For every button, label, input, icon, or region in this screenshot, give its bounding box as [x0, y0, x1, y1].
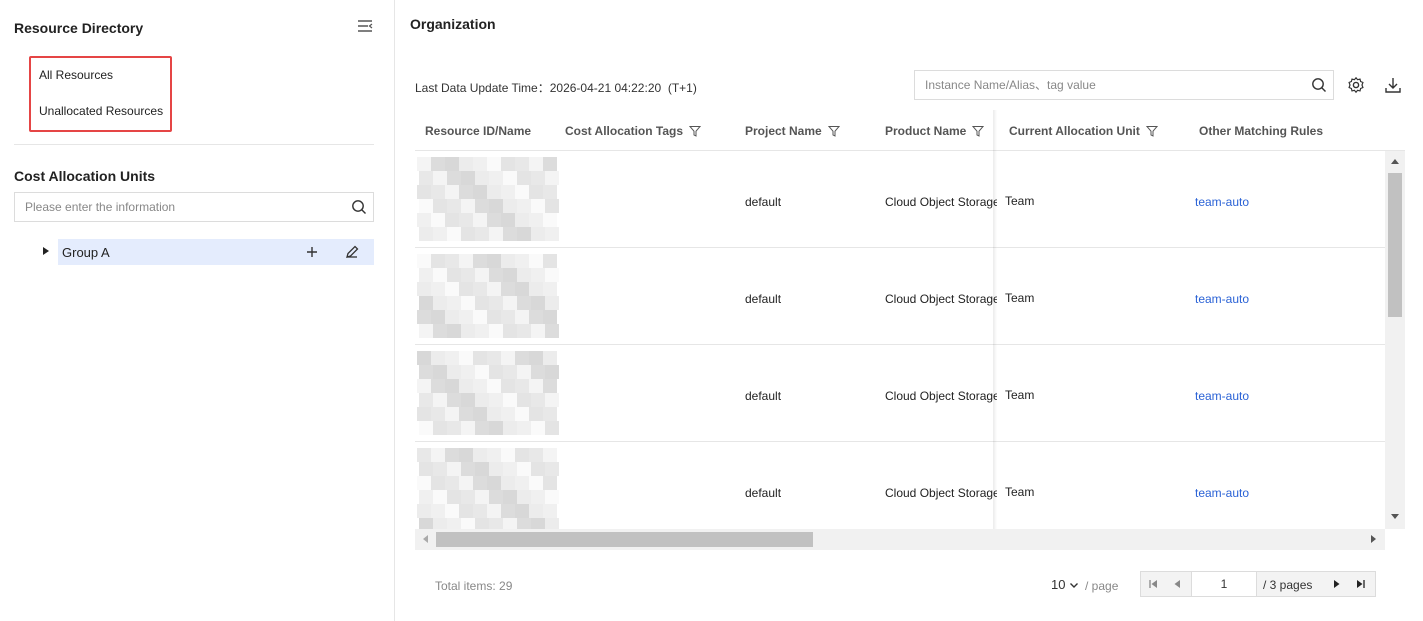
total-pages: / 3 pages [1263, 578, 1313, 592]
cell-rule-link[interactable]: team-auto [1195, 195, 1249, 209]
horizontal-scrollbar[interactable] [415, 529, 1385, 550]
cell-rule-link[interactable]: team-auto [1195, 486, 1249, 500]
cell-project: default [745, 195, 782, 209]
tree-node-label: Group A [62, 245, 110, 260]
resource-table: Resource ID/Name Cost Allocation Tags Pr… [415, 110, 1405, 550]
cell-allocation-unit: Team [1005, 388, 1035, 402]
redacted-resource-id [417, 254, 567, 338]
page-size-unit: / page [1085, 579, 1119, 593]
fixed-column-shadow [993, 110, 997, 530]
total-items: Total items: 29 [435, 579, 513, 593]
last-update-info: Last Data Update Time：2026-04-21 04:22:2… [415, 79, 697, 96]
vertical-scrollbar[interactable] [1385, 151, 1405, 529]
cell-rule-link[interactable]: team-auto [1195, 292, 1249, 306]
scroll-up-icon[interactable] [1390, 157, 1400, 165]
plus-icon[interactable] [304, 244, 320, 260]
chevron-down-icon [1070, 582, 1079, 588]
col-cost-tags-label: Cost Allocation Tags [565, 124, 684, 138]
update-time-value: 2026-04-21 04:22:20 [549, 81, 662, 95]
download-icon[interactable] [1384, 76, 1402, 94]
sidebar-divider [14, 144, 374, 145]
pager: / 3 pages [1140, 571, 1376, 597]
scroll-right-icon[interactable] [1370, 534, 1378, 544]
page-title: Organization [410, 16, 496, 32]
filter-icon[interactable] [972, 125, 985, 137]
all-resources-item[interactable]: All Resources [39, 68, 113, 82]
redacted-resource-id [417, 448, 567, 529]
cell-allocation-unit: Team [1005, 485, 1035, 499]
resource-directory-title: Resource Directory [14, 20, 144, 36]
cell-project: default [745, 486, 782, 500]
prev-page-icon [1174, 580, 1180, 588]
col-other-rules: Other Matching Rules [1199, 124, 1323, 138]
update-time-label: Last Data Update Time： [415, 81, 550, 95]
collapse-menu-icon[interactable] [356, 17, 374, 35]
filter-icon[interactable] [827, 125, 840, 137]
cell-product: Cloud Object Storage [885, 292, 997, 306]
last-page-icon [1357, 580, 1365, 588]
instance-search-box [914, 70, 1334, 100]
col-product-name: Product Name [885, 124, 985, 138]
cell-project: default [745, 292, 782, 306]
next-page-icon [1334, 580, 1340, 588]
table-row: default Cloud Object Storage Team team-a… [415, 442, 1385, 529]
next-page-button[interactable] [1325, 572, 1349, 596]
prev-page-button[interactable] [1165, 572, 1189, 596]
col-cost-tags: Cost Allocation Tags [565, 124, 702, 138]
search-icon[interactable] [351, 199, 367, 215]
cell-allocation-unit: Team [1005, 291, 1035, 305]
page-size-select[interactable]: 10 [1051, 577, 1079, 592]
col-project-name: Project Name [745, 124, 840, 138]
unit-search-input[interactable] [15, 193, 335, 221]
cell-product: Cloud Object Storage [885, 195, 997, 209]
instance-search-input[interactable] [915, 71, 1295, 99]
col-other-rules-label: Other Matching Rules [1199, 124, 1324, 138]
table-body: default Cloud Object Storage Team team-a… [415, 151, 1385, 529]
col-resource-id: Resource ID/Name [425, 124, 531, 138]
filter-icon[interactable] [1145, 125, 1158, 137]
col-product-name-label: Product Name [885, 124, 967, 138]
cell-rule-link[interactable]: team-auto [1195, 389, 1249, 403]
update-time-note: (T+1) [667, 81, 697, 95]
col-allocation-unit-label: Current Allocation Unit [1009, 124, 1140, 138]
last-page-button[interactable] [1349, 572, 1373, 596]
col-allocation-unit: Current Allocation Unit [1009, 124, 1158, 138]
tree-node-group-a[interactable]: Group A [58, 239, 374, 265]
cost-allocation-units-title: Cost Allocation Units [14, 168, 156, 184]
vertical-scroll-thumb[interactable] [1388, 173, 1402, 317]
resource-scope-list: All Resources Unallocated Resources [29, 56, 172, 132]
cell-allocation-unit: Team [1005, 194, 1035, 208]
scroll-left-icon[interactable] [421, 534, 429, 544]
cell-product: Cloud Object Storage [885, 389, 997, 403]
caret-right-icon[interactable] [38, 243, 54, 259]
table-row: default Cloud Object Storage Team team-a… [415, 345, 1385, 442]
cell-product: Cloud Object Storage [885, 486, 997, 500]
tree-row-group-a: Group A [38, 239, 374, 265]
sidebar: Resource Directory All Resources Unalloc… [0, 0, 395, 621]
redacted-resource-id [417, 351, 567, 435]
table-row: default Cloud Object Storage Team team-a… [415, 151, 1385, 248]
table-row: default Cloud Object Storage Team team-a… [415, 248, 1385, 345]
first-page-icon [1149, 580, 1157, 588]
first-page-button[interactable] [1141, 572, 1165, 596]
page-number-input[interactable] [1191, 571, 1257, 597]
gear-icon[interactable] [1347, 76, 1365, 94]
pencil-icon[interactable] [344, 244, 360, 260]
unallocated-resources-item[interactable]: Unallocated Resources [39, 104, 163, 118]
search-icon[interactable] [1311, 77, 1327, 93]
cell-project: default [745, 389, 782, 403]
filter-icon[interactable] [689, 125, 702, 137]
page-size-value: 10 [1051, 577, 1066, 592]
table-header: Resource ID/Name Cost Allocation Tags Pr… [415, 110, 1405, 151]
redacted-resource-id [417, 157, 567, 241]
col-project-name-label: Project Name [745, 124, 822, 138]
col-resource-id-label: Resource ID/Name [425, 124, 532, 138]
horizontal-scroll-thumb[interactable] [436, 532, 813, 547]
scroll-down-icon[interactable] [1390, 513, 1400, 521]
unit-search-box [14, 192, 374, 222]
